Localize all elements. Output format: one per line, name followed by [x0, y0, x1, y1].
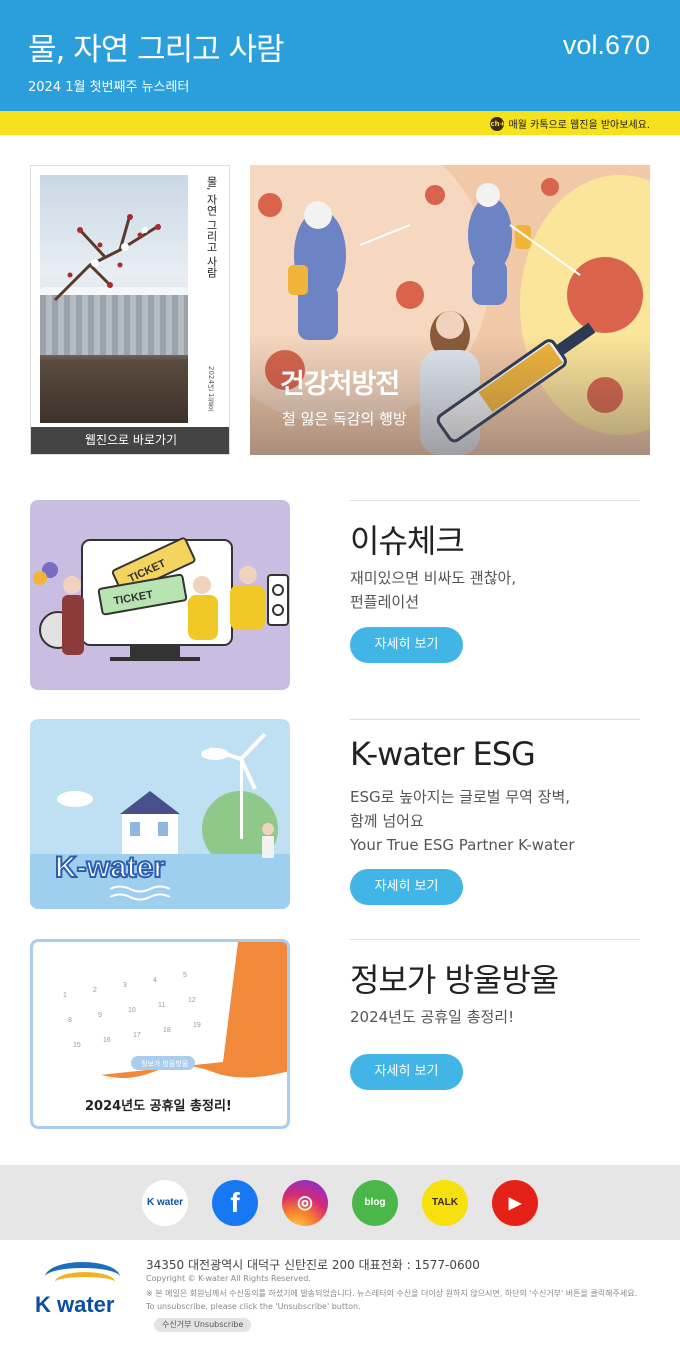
hero-title: 건강처방전: [280, 369, 400, 400]
holiday-headline: 2024년도 공휴일 총정리!: [85, 1098, 232, 1114]
footer: K water 34350 대전광역시 대덕구 신탄진로 200 대표전화 : …: [0, 1240, 680, 1345]
article-thumbnail[interactable]: K-water: [30, 719, 290, 909]
svg-text:3: 3: [123, 982, 127, 989]
logo-arc: [55, 1272, 115, 1292]
article-description: ESG로 높아지는 글로벌 무역 장벽, 함께 넘어요 Your True ES…: [350, 788, 575, 854]
svg-text:16: 16: [103, 1037, 111, 1044]
kwater-site-icon[interactable]: K water: [142, 1179, 188, 1226]
webzine-link-button[interactable]: 웹진으로 바로가기: [31, 427, 229, 454]
svg-text:5: 5: [183, 972, 187, 979]
svg-text:12: 12: [188, 997, 196, 1004]
esg-illustration: K-water: [30, 732, 290, 909]
article-thumbnail[interactable]: 12345 8 9 10 11 12 15 16 17 18 19 정보가 방울방울 2024년…: [30, 939, 290, 1129]
svg-text:4: 4: [153, 977, 157, 984]
blog-icon[interactable]: blog: [352, 1179, 398, 1226]
instagram-icon[interactable]: ◎: [282, 1179, 328, 1226]
social-links: K water f ◎ blog TALK ▶: [0, 1165, 680, 1240]
unsubscribe-button[interactable]: 수신거부 Unsubscribe: [154, 1318, 252, 1332]
header: 물, 자연 그리고 사람 2024 1월 첫번째주 뉴스레터 vol.670: [0, 0, 680, 111]
kakaotalk-icon[interactable]: TALK: [422, 1179, 468, 1226]
footer-copyright: Copyright © K-water All Rights Reserved.: [146, 1274, 311, 1283]
divider: [350, 719, 640, 720]
kakao-subscribe-link[interactable]: ch+ 매월 카톡으로 웹진을 받아보세요.: [490, 116, 650, 131]
logo-text: K water: [35, 1292, 115, 1317]
article-info-bubble: 12345 8 9 10 11 12 15 16 17 18 19 정보가 방울방울 2024년…: [30, 939, 640, 1129]
svg-text:11: 11: [158, 1002, 165, 1009]
article-issue-check: TICKET TICKET 이슈체크 재미있으면 비싸도 괜찮아, 펀플레이션 …: [30, 500, 640, 690]
plum-branch-icon: [53, 214, 161, 302]
youtube-icon[interactable]: ▶: [492, 1179, 538, 1226]
svg-text:2: 2: [93, 987, 97, 994]
article-description: 2024년도 공휴일 총정리!: [350, 1008, 515, 1026]
divider: [350, 500, 640, 501]
newsletter-subtitle: 2024 1월 첫번째주 뉴스레터: [28, 80, 190, 95]
svg-text:1: 1: [63, 992, 67, 999]
svg-text:18: 18: [163, 1027, 171, 1034]
read-more-button[interactable]: 자세히 보기: [350, 1054, 463, 1090]
svg-text:9: 9: [98, 1012, 102, 1019]
kakao-banner[interactable]: ch+ 매월 카톡으로 웹진을 받아보세요.: [0, 111, 680, 135]
read-more-button[interactable]: 자세히 보기: [350, 869, 463, 905]
volume-number: vol.670: [562, 30, 650, 60]
article-title: 정보가 방울방울: [350, 961, 559, 999]
svg-text:8: 8: [68, 1017, 72, 1024]
article-title: 이슈체크: [350, 522, 465, 560]
funflation-illustration: TICKET TICKET: [33, 537, 289, 661]
article-kwater-esg: K-water K-water ESG ESG로 높아지는 글로벌 무역 장벽,…: [30, 719, 640, 909]
cover-photo: [40, 175, 188, 423]
footer-notice: ※ 본 메일은 회원님께서 수신동의를 하셨기에 발송되었습니다. 뉴스레터의 …: [146, 1289, 638, 1311]
hero-subtitle: 철 잃은 독감의 행방: [282, 410, 407, 428]
svg-text:15: 15: [73, 1042, 81, 1049]
kakao-channel-icon: ch+: [490, 116, 505, 131]
kwater-thumb-logo: K-water: [55, 851, 165, 884]
facebook-icon[interactable]: f: [212, 1179, 258, 1226]
calendar-illustration: 12345 89101112 1516171819 정보가 방울방울 2024년…: [33, 942, 287, 1126]
webzine-cover[interactable]: 물, 자연 그리고 사람 2024년 1월호 웹진으로 바로가기: [30, 165, 230, 455]
svg-text:19: 19: [193, 1022, 201, 1029]
divider: [350, 939, 640, 940]
svg-text:17: 17: [133, 1032, 141, 1039]
kakao-note-text: 매월 카톡으로 웹진을 받아보세요.: [508, 120, 650, 131]
cover-date: 2024년 1월호: [207, 366, 215, 412]
article-title: K-water ESG: [350, 735, 536, 773]
info-bubble-badge: 정보가 방울방울: [141, 1059, 189, 1068]
article-description: 재미있으면 비싸도 괜찮아, 펀플레이션: [350, 569, 517, 611]
kwater-logo: K water: [35, 1262, 120, 1317]
article-thumbnail[interactable]: TICKET TICKET: [30, 500, 290, 690]
footer-address: 34350 대전광역시 대덕구 신탄진로 200 대표전화 : 1577-060…: [146, 1258, 480, 1272]
hero-banner[interactable]: 건강처방전 철 잃은 독감의 행방: [250, 165, 650, 455]
newsletter-title: 물, 자연 그리고 사람: [28, 32, 285, 68]
svg-text:10: 10: [128, 1007, 136, 1014]
read-more-button[interactable]: 자세히 보기: [350, 627, 463, 663]
